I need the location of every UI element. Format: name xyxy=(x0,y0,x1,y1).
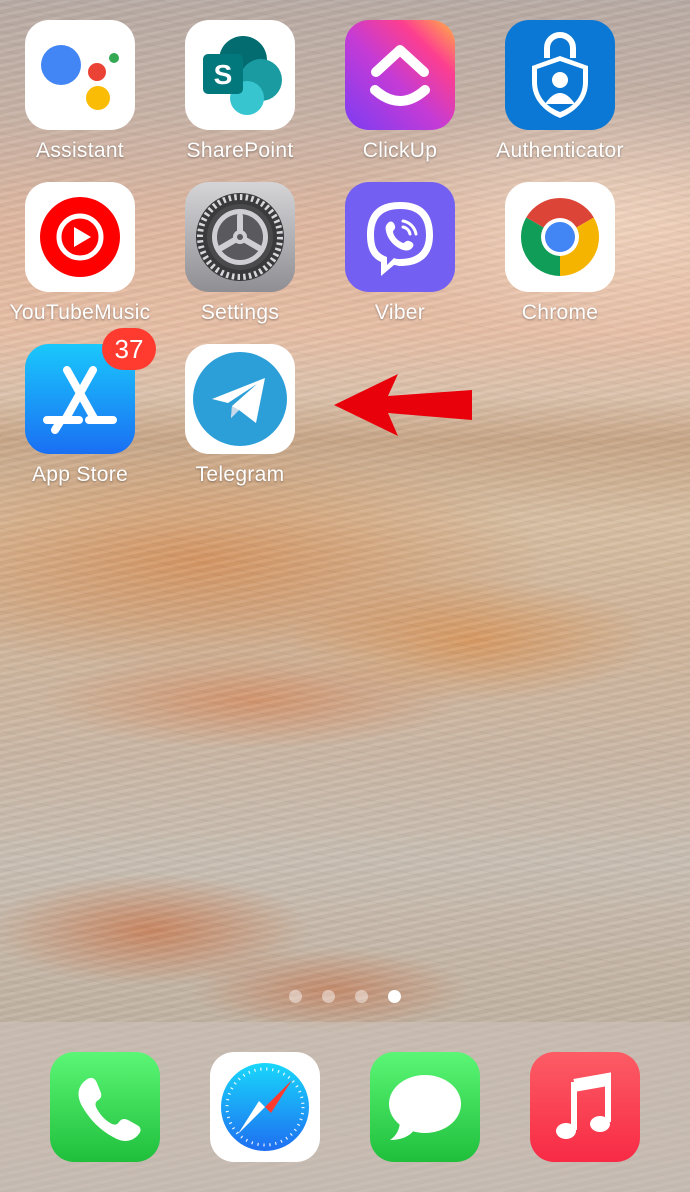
app-settings[interactable]: Settings xyxy=(160,182,320,332)
app-telegram[interactable]: Telegram xyxy=(160,344,320,494)
app-assistant[interactable]: Assistant xyxy=(0,20,160,170)
chrome-icon xyxy=(505,182,615,292)
app-label: App Store xyxy=(31,463,129,486)
phone-icon xyxy=(50,1052,160,1162)
app-label: Assistant xyxy=(36,139,124,162)
dock-app-phone[interactable] xyxy=(50,1052,160,1162)
app-youtube-music[interactable]: YouTubeMusic xyxy=(0,182,160,332)
page-dot xyxy=(322,990,335,1003)
app-label: Chrome xyxy=(521,301,599,324)
clickup-icon xyxy=(345,20,455,130)
svg-text:S: S xyxy=(214,59,233,90)
annotation-arrow-icon xyxy=(330,368,480,440)
viber-icon xyxy=(345,182,455,292)
dock-app-messages[interactable] xyxy=(370,1052,480,1162)
app-label: Viber xyxy=(374,301,426,324)
app-label: Authenticator xyxy=(496,139,624,162)
dock-app-music[interactable] xyxy=(530,1052,640,1162)
notification-badge: 37 xyxy=(102,328,156,370)
youtube-music-icon xyxy=(25,182,135,292)
app-label: Telegram xyxy=(195,463,285,486)
gear-icon xyxy=(185,182,295,292)
app-sharepoint[interactable]: S SharePoint xyxy=(160,20,320,170)
app-label: ClickUp xyxy=(362,139,438,162)
dock xyxy=(0,1022,690,1192)
app-label: SharePoint xyxy=(186,139,294,162)
speech-bubble-icon xyxy=(370,1052,480,1162)
sharepoint-icon: S xyxy=(185,20,295,130)
app-app-store[interactable]: 37 App Store xyxy=(0,328,160,494)
page-dot-current xyxy=(388,990,401,1003)
app-clickup[interactable]: ClickUp xyxy=(320,20,480,170)
page-dot xyxy=(355,990,368,1003)
compass-icon xyxy=(210,1052,320,1162)
app-authenticator[interactable]: Authenticator xyxy=(480,20,640,170)
lock-shield-icon xyxy=(505,20,615,130)
dock-app-safari[interactable] xyxy=(210,1052,320,1162)
app-viber[interactable]: Viber xyxy=(320,182,480,332)
wallpaper xyxy=(0,0,690,1192)
app-label: Settings xyxy=(200,301,280,324)
app-label: YouTubeMusic xyxy=(9,301,151,324)
telegram-icon xyxy=(185,344,295,454)
app-chrome[interactable]: Chrome xyxy=(480,182,640,332)
page-dot xyxy=(289,990,302,1003)
google-assistant-icon xyxy=(25,20,135,130)
music-note-icon xyxy=(530,1052,640,1162)
page-indicator[interactable] xyxy=(0,990,690,1004)
